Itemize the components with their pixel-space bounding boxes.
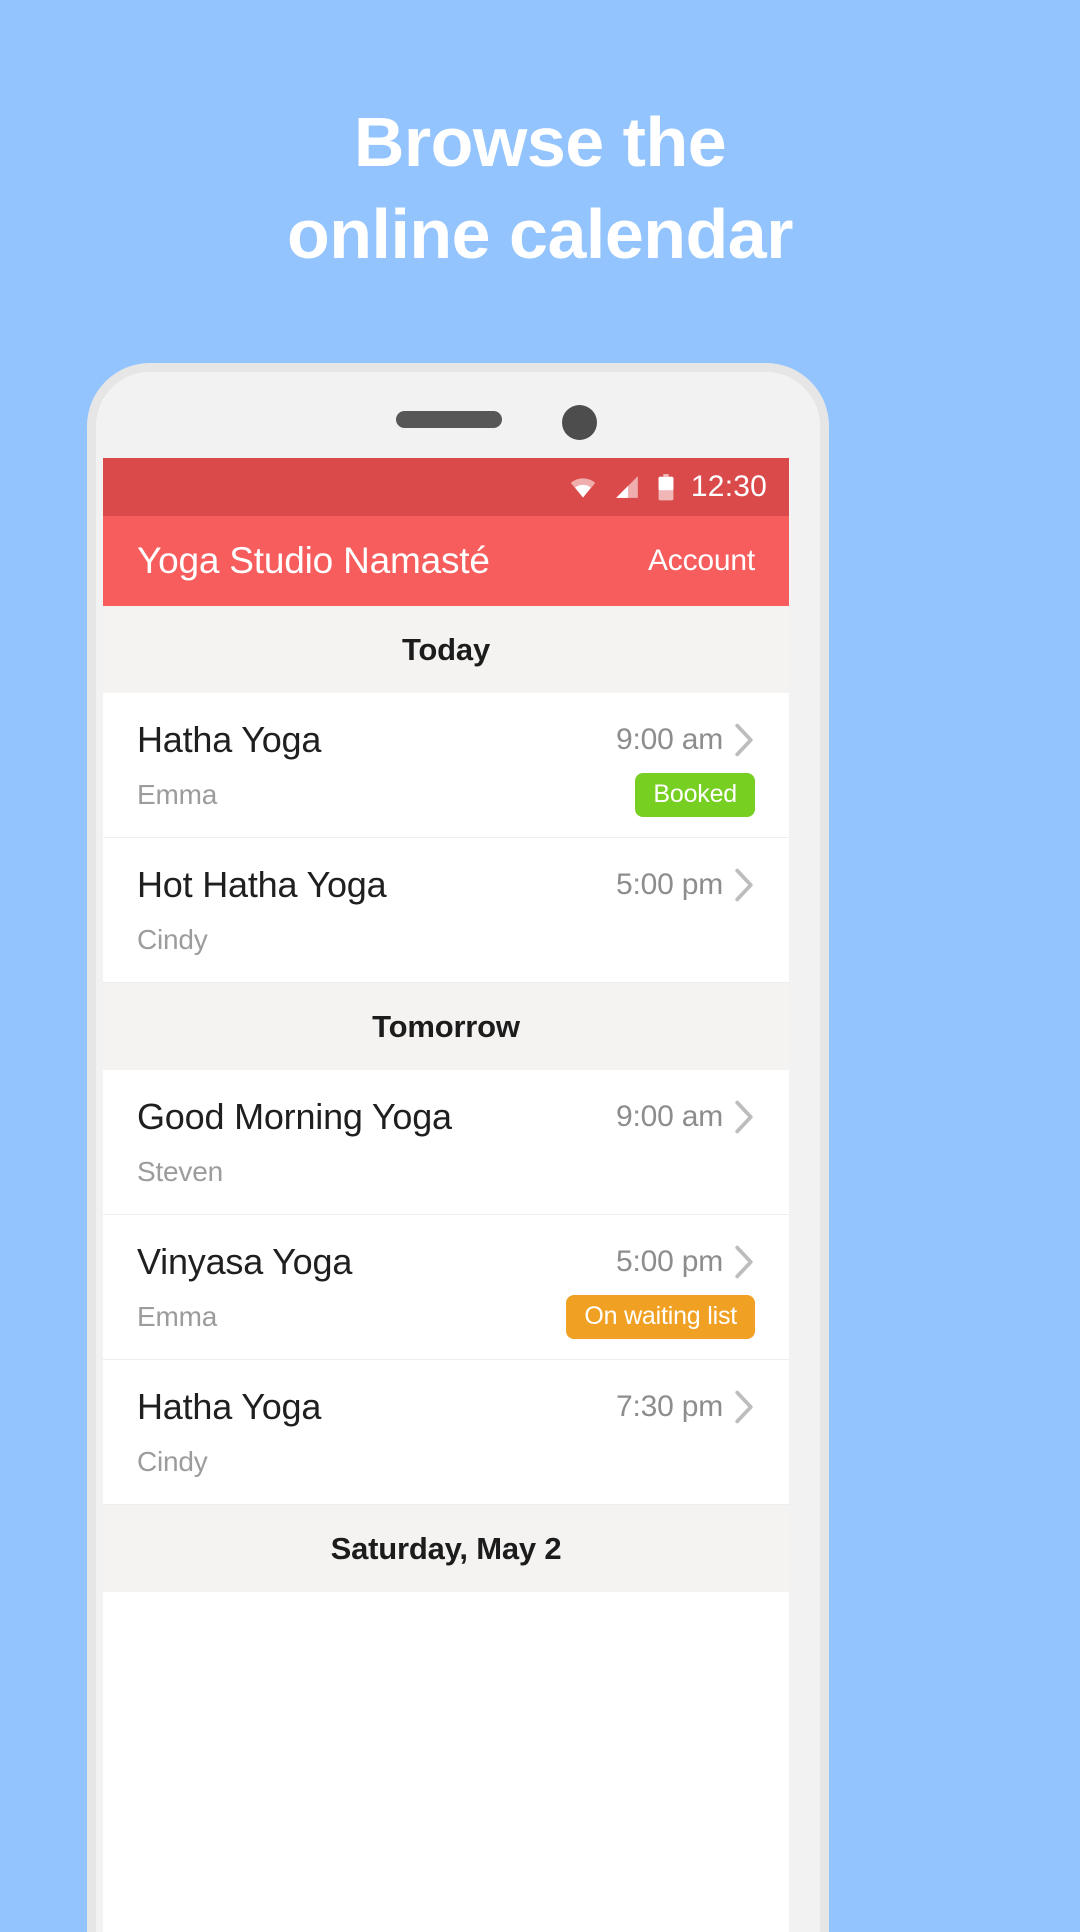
class-row-top: Good Morning Yoga 9:00 am — [137, 1096, 755, 1138]
class-time: 7:30 pm — [616, 1390, 723, 1423]
class-teacher: Emma — [137, 779, 218, 810]
chevron-right-icon[interactable] — [733, 1390, 755, 1424]
status-bar-clock: 12:30 — [690, 470, 767, 503]
class-row[interactable]: Hatha Yoga 7:30 pm Cindy — [103, 1360, 789, 1505]
class-teacher: Steven — [137, 1156, 223, 1187]
class-row-right: 9:00 am — [616, 1100, 755, 1134]
class-row-right: 5:00 pm — [616, 1245, 755, 1279]
section-header: Tomorrow — [103, 983, 789, 1070]
class-row-right: 9:00 am — [616, 723, 755, 757]
class-name: Hatha Yoga — [137, 1386, 322, 1427]
promo-headline-line-1: Browse the — [353, 103, 727, 181]
class-time: 9:00 am — [616, 1100, 723, 1133]
class-row-bottom: Cindy — [137, 918, 755, 962]
app-title: Yoga Studio Namasté — [137, 540, 490, 581]
phone-bezel-top — [96, 372, 820, 458]
section-header: Today — [103, 606, 789, 693]
class-row-bottom: Cindy — [137, 1440, 755, 1484]
speaker-grill-icon — [396, 411, 502, 428]
status-bar: 12:30 — [103, 458, 789, 516]
class-name: Good Morning Yoga — [137, 1096, 452, 1137]
class-row-bottom: Emma On waiting list — [137, 1295, 755, 1339]
class-row-top: Hatha Yoga 9:00 am — [137, 719, 755, 761]
class-row-bottom: Emma Booked — [137, 773, 755, 817]
class-row[interactable]: Vinyasa Yoga 5:00 pm Emma On waiting list — [103, 1215, 789, 1360]
class-row[interactable]: Hatha Yoga 9:00 am Emma Booked — [103, 693, 789, 838]
class-name: Vinyasa Yoga — [137, 1241, 353, 1282]
chevron-right-icon[interactable] — [733, 723, 755, 757]
class-row[interactable]: Good Morning Yoga 9:00 am Steven — [103, 1070, 789, 1215]
class-teacher: Cindy — [137, 1446, 208, 1477]
status-icon-group — [569, 473, 675, 501]
class-teacher: Cindy — [137, 924, 208, 955]
class-name: Hatha Yoga — [137, 719, 322, 760]
phone-mockup: 12:30 Yoga Studio Namasté Account Today H… — [96, 372, 820, 1932]
class-time: 9:00 am — [616, 723, 723, 756]
app-bar: Yoga Studio Namasté Account — [103, 516, 789, 606]
section-header: Saturday, May 2 — [103, 1505, 789, 1592]
chevron-right-icon[interactable] — [733, 1245, 755, 1279]
class-time: 5:00 pm — [616, 1245, 723, 1278]
battery-icon — [657, 473, 675, 501]
status-badge: Booked — [635, 773, 755, 817]
chevron-right-icon[interactable] — [733, 1100, 755, 1134]
cellular-signal-icon — [614, 474, 640, 500]
class-name: Hot Hatha Yoga — [137, 864, 387, 905]
class-row-top: Hatha Yoga 7:30 pm — [137, 1386, 755, 1428]
promo-headline-line-2: online calendar — [287, 195, 793, 274]
class-teacher: Emma — [137, 1301, 218, 1332]
front-camera-icon — [562, 405, 597, 440]
calendar-list[interactable]: Today Hatha Yoga 9:00 am Emma Booked Hot Hath… — [103, 606, 789, 1592]
class-time: 5:00 pm — [616, 868, 723, 901]
class-row-top: Vinyasa Yoga 5:00 pm — [137, 1241, 755, 1283]
account-button[interactable]: Account — [648, 544, 755, 578]
class-row-top: Hot Hatha Yoga 5:00 pm — [137, 864, 755, 906]
chevron-right-icon[interactable] — [733, 868, 755, 902]
promo-headline: Browse the online calendar — [0, 96, 1080, 281]
wifi-icon — [569, 473, 597, 501]
status-badge: On waiting list — [566, 1295, 755, 1339]
class-row[interactable]: Hot Hatha Yoga 5:00 pm Cindy — [103, 838, 789, 983]
class-row-bottom: Steven — [137, 1150, 755, 1194]
phone-screen: 12:30 Yoga Studio Namasté Account Today H… — [103, 458, 789, 1932]
class-row-right: 7:30 pm — [616, 1390, 755, 1424]
class-row-right: 5:00 pm — [616, 868, 755, 902]
